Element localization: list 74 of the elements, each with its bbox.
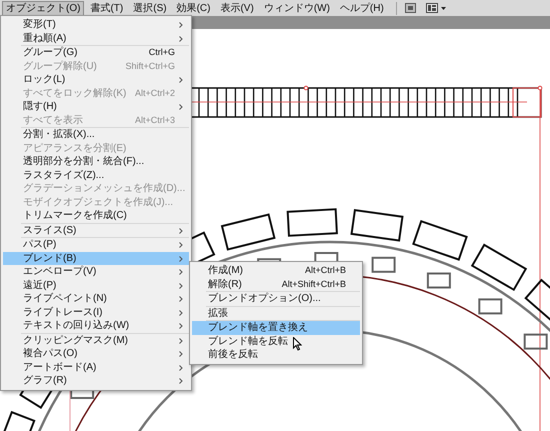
menu-item-label: グループ解除(U) [23,60,97,73]
menu-item-label: 解除(R) [208,278,242,291]
menu-item-label: ブレンド(B) [23,252,76,265]
menu-item-label: スライス(S) [23,224,76,237]
menu-item-label: 分割・拡張(X)... [23,128,95,142]
menu-item[interactable]: ラスタライズ(Z)... [3,168,189,182]
menu-item-label: 作成(M) [208,264,243,278]
menu-item-label: ロック(L) [23,73,66,86]
menu-item-label: すべてをロック解除(K) [23,86,126,100]
menu-item[interactable]: ブレンド(B) [3,252,189,265]
menu-item[interactable]: ロック(L) [3,73,189,86]
menu-item-label: ブレンドオプション(O)... [208,292,321,306]
menu-item[interactable]: 遠近(P) [3,278,189,292]
menu-item[interactable]: 隠す(H) [3,100,189,114]
menu-item-label: アートボード(A) [23,360,96,374]
menu-item[interactable]: ブレンド軸を反転 [192,334,360,348]
menu-item-label: 前後を反転 [208,348,258,362]
menu-item-label: グラフ(R) [23,374,67,388]
menu-item[interactable]: ライブペイント(N) [3,292,189,306]
menu-item[interactable]: パス(P) [3,238,189,252]
menu-item-label: ライブペイント(N) [23,292,107,306]
shortcut-text: Shift+Ctrl+G [125,60,175,73]
menu-item-label: エンベロープ(V) [23,265,96,278]
menu-item[interactable]: エンベロープ(V) [3,265,189,278]
shortcut-text: Alt+Ctrl+B [304,264,346,278]
shortcut-text: Alt+Shift+Ctrl+B [282,278,346,291]
menu-item[interactable]: 透明部分を分割・統合(F)... [3,155,189,168]
menu-item[interactable]: テキストの回り込み(W) [3,319,189,332]
menu-item[interactable]: ブレンド軸を置き換え [192,321,360,334]
menu-bar-item[interactable]: オブジェクト(O) [2,0,84,16]
menu-item[interactable]: ブレンドオプション(O)... [192,292,360,306]
menu-item-label: 重ね順(A) [23,32,66,45]
menu-item[interactable]: グラフ(R) [3,374,189,388]
menu-item-label: ブレンド軸を反転 [208,334,288,348]
menu-item-label: 隠す(H) [23,100,57,114]
shortcut-text: Alt+Ctrl+2 [134,86,175,100]
menu-item-label: ライブトレース(I) [23,306,102,319]
menu-item-label: モザイクオブジェクトを作成(J)... [23,196,173,209]
menu-item[interactable]: ライブトレース(I) [3,306,189,319]
shortcut-text: Ctrl+G [148,46,175,60]
menu-item[interactable]: スライス(S) [3,224,189,237]
menu-item-label: 透明部分を分割・統合(F)... [23,155,144,168]
menu-bar-item[interactable]: ウィンドウ(W) [260,0,334,16]
menu-item-label: すべてを表示 [23,114,83,127]
menu-item-label: グループ(G) [23,46,78,60]
menu-item[interactable]: 前後を反転 [192,348,360,362]
menu-item[interactable]: トリムマークを作成(C) [3,209,189,222]
menu-item-label: クリッピングマスク(M) [23,334,128,347]
menu-item-label: 拡張 [208,306,228,320]
menu-item-label: 複合パス(O) [23,347,78,360]
menu-item-label: トリムマークを作成(C) [23,209,127,222]
menu-bar-item[interactable]: 書式(T) [86,0,128,16]
menu-item-label: 変形(T) [23,18,56,32]
menu-item-label: パス(P) [23,238,56,252]
menu-bar-item[interactable]: 選択(S) [129,0,171,16]
menu-item[interactable]: 分割・拡張(X)... [3,128,189,142]
menu-item[interactable]: 作成(M) Alt+Ctrl+B [192,264,360,278]
menu-item[interactable]: 複合パス(O) [3,347,189,360]
menu-bar-item[interactable]: 効果(C) [172,0,214,16]
menu-item[interactable]: アートボード(A) [3,360,189,374]
menu-item[interactable]: 解除(R) Alt+Shift+Ctrl+B [192,278,360,291]
menu-item[interactable]: クリッピングマスク(M) [3,334,189,347]
menu-item[interactable]: グループ(G) Ctrl+G [3,46,189,60]
menu-item[interactable]: 拡張 [192,306,360,320]
menu-item-label: テキストの回り込み(W) [23,319,130,332]
menu-item-label: 遠近(P) [23,278,56,292]
menu-item-label: ラスタライズ(Z)... [23,168,104,182]
menu-item-label: アピアランスを分割(E) [23,142,126,155]
menu-bar-item[interactable]: 表示(V) [216,0,258,16]
shortcut-text: Alt+Ctrl+3 [134,114,175,127]
menu-item[interactable]: 変形(T) [3,18,189,32]
menu-bar-item[interactable]: ヘルプ(H) [336,0,388,16]
menu-item[interactable]: 重ね順(A) [3,32,189,45]
menu-item-label: ブレンド軸を置き換え [208,321,308,334]
